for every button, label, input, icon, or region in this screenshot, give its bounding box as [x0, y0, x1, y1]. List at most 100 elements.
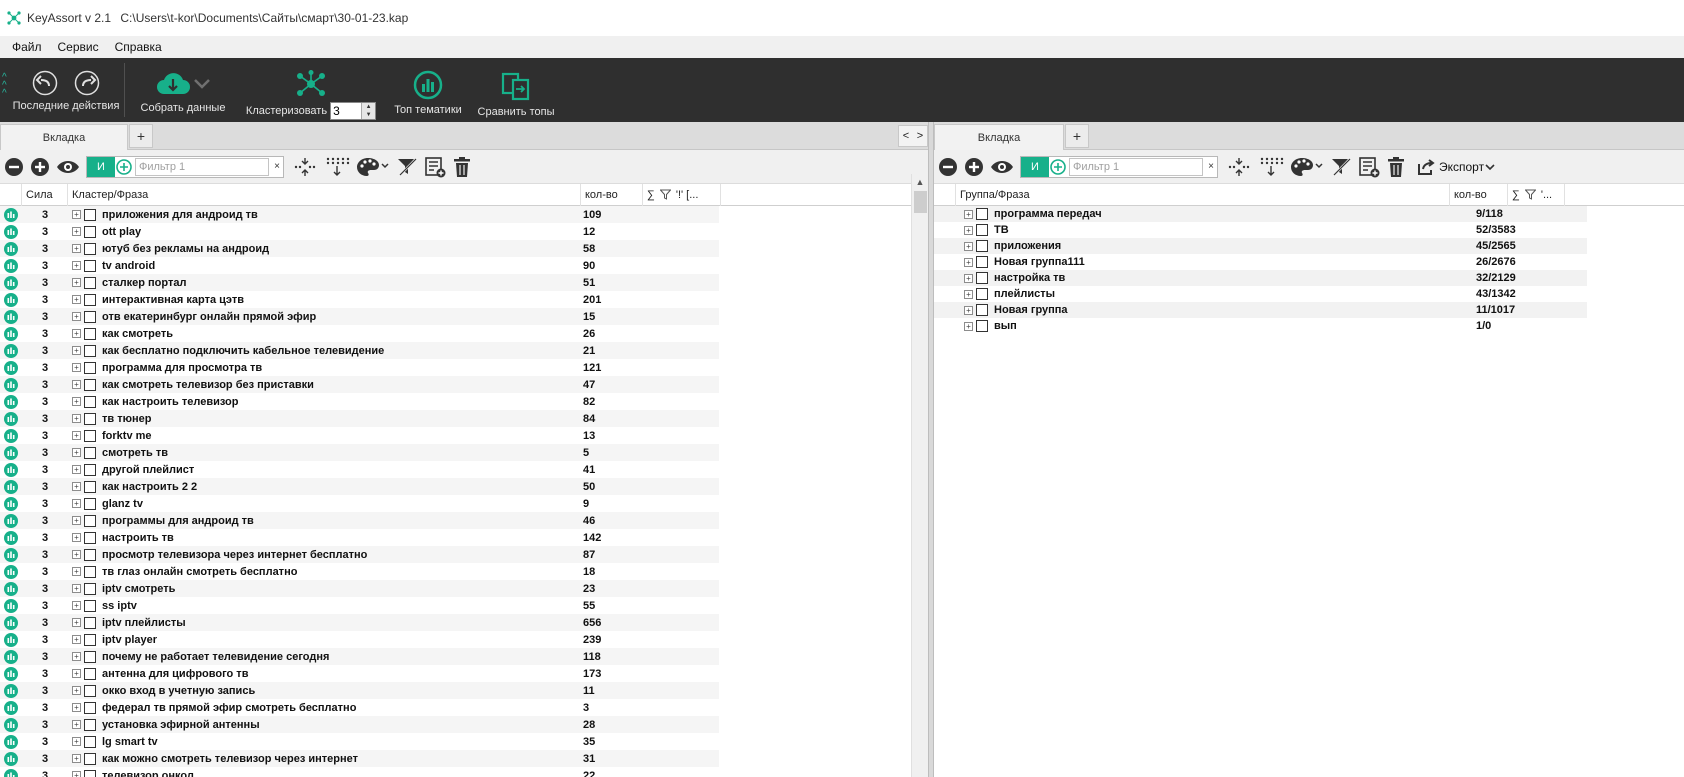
expand-icon[interactable]: + — [72, 431, 81, 440]
add-list-icon[interactable] — [1358, 156, 1380, 178]
cluster-stats-icon[interactable] — [0, 563, 22, 580]
row-checkbox[interactable] — [84, 378, 96, 391]
cluster-row[interactable]: 3 + смотреть тв 5 — [0, 444, 930, 461]
expand-icon[interactable]: + — [72, 397, 81, 406]
row-checkbox[interactable] — [84, 344, 96, 357]
cluster-stats-icon[interactable] — [0, 495, 22, 512]
cluster-row[interactable]: 3 + ютуб без рекламы на андроид 58 — [0, 240, 930, 257]
row-checkbox[interactable] — [976, 272, 988, 284]
cluster-strength-spinner[interactable]: ▲ ▼ — [330, 102, 377, 120]
left-vertical-scrollbar[interactable]: ▲ — [911, 174, 928, 777]
expand-icon[interactable]: + — [72, 499, 81, 508]
cluster-stats-icon[interactable] — [0, 631, 22, 648]
expand-icon[interactable]: + — [964, 305, 973, 315]
cluster-row[interactable]: 3 + установка эфирной антенны 28 — [0, 716, 930, 733]
cluster-row[interactable]: 3 + iptv плейлисты 656 — [0, 614, 930, 631]
redo-icon[interactable] — [74, 70, 100, 96]
row-checkbox[interactable] — [976, 288, 988, 300]
tab-next-button[interactable]: > — [917, 130, 923, 142]
group-row[interactable]: + программа передач 9/118 — [934, 206, 1684, 222]
cluster-row[interactable]: 3 + ott play 12 — [0, 223, 930, 240]
cluster-stats-icon[interactable] — [0, 614, 22, 631]
row-checkbox[interactable] — [84, 242, 96, 255]
cluster-row[interactable]: 3 + сталкер портал 51 — [0, 274, 930, 291]
row-checkbox[interactable] — [84, 446, 96, 459]
cluster-row[interactable]: 3 + федерал тв прямой эфир смотреть беспла… — [0, 699, 930, 716]
row-checkbox[interactable] — [84, 327, 96, 340]
row-checkbox[interactable] — [84, 361, 96, 374]
row-checkbox[interactable] — [84, 769, 96, 777]
expand-all-icon[interactable] — [324, 156, 350, 178]
expand-icon[interactable]: + — [72, 329, 81, 338]
expand-icon[interactable]: + — [72, 652, 81, 661]
row-checkbox[interactable] — [84, 684, 96, 697]
row-checkbox[interactable] — [84, 565, 96, 578]
row-checkbox[interactable] — [84, 633, 96, 646]
cluster-row[interactable]: 3 + glanz tv 9 — [0, 495, 930, 512]
cluster-stats-icon[interactable] — [0, 291, 22, 308]
cluster-stats-icon[interactable] — [0, 716, 22, 733]
expand-icon[interactable]: + — [72, 533, 81, 542]
collapse-all-icon[interactable] — [292, 156, 318, 178]
row-checkbox[interactable] — [976, 208, 988, 220]
cluster-stats-icon[interactable] — [0, 223, 22, 240]
expand-icon[interactable]: + — [964, 289, 973, 299]
left-filter-input[interactable] — [135, 157, 269, 176]
cluster-row[interactable]: 3 + приложения для андроид тв 109 — [0, 206, 930, 223]
row-checkbox[interactable] — [84, 667, 96, 680]
add-icon[interactable] — [964, 157, 984, 177]
cluster-stats-icon[interactable] — [0, 597, 22, 614]
remove-icon[interactable] — [4, 157, 24, 177]
expand-icon[interactable]: + — [72, 363, 81, 372]
collapse-all-icon[interactable] — [1226, 156, 1252, 178]
expand-icon[interactable]: + — [72, 244, 81, 253]
expand-icon[interactable]: + — [72, 482, 81, 491]
row-checkbox[interactable] — [84, 548, 96, 561]
add-filter-icon[interactable] — [115, 158, 133, 176]
row-checkbox[interactable] — [84, 752, 96, 765]
row-checkbox[interactable] — [976, 304, 988, 316]
expand-icon[interactable]: + — [72, 278, 81, 287]
row-checkbox[interactable] — [84, 735, 96, 748]
eye-icon[interactable] — [56, 157, 80, 177]
row-checkbox[interactable] — [84, 412, 96, 425]
group-row[interactable]: + Новая группа111 26/2676 — [934, 254, 1684, 270]
row-checkbox[interactable] — [976, 320, 988, 332]
count-column-header[interactable]: кол-во — [581, 183, 643, 206]
extra-column-header[interactable]: ∑ '!' [... — [643, 183, 721, 206]
expand-icon[interactable]: + — [72, 516, 81, 525]
add-filter-icon[interactable] — [1049, 158, 1067, 176]
cluster-row[interactable]: 3 + почему не работает телевидение сегодня… — [0, 648, 930, 665]
cluster-row[interactable]: 3 + как настроить 2 2 50 — [0, 478, 930, 495]
cluster-row[interactable]: 3 + как настроить телевизор 82 — [0, 393, 930, 410]
group-row[interactable]: + приложения 45/2565 — [934, 238, 1684, 254]
expand-icon[interactable]: + — [72, 601, 81, 610]
row-checkbox[interactable] — [84, 531, 96, 544]
expand-icon[interactable]: + — [72, 567, 81, 576]
row-checkbox[interactable] — [84, 463, 96, 476]
expand-icon[interactable]: + — [72, 669, 81, 678]
cluster-row[interactable]: 3 + как бесплатно подключить кабельное тел… — [0, 342, 930, 359]
cluster-stats-icon[interactable] — [0, 699, 22, 716]
row-checkbox[interactable] — [976, 224, 988, 236]
expand-icon[interactable]: + — [964, 273, 973, 283]
palette-icon[interactable] — [1290, 156, 1324, 178]
row-checkbox[interactable] — [84, 293, 96, 306]
row-checkbox[interactable] — [84, 497, 96, 510]
scroll-thumb[interactable] — [914, 191, 927, 213]
palette-icon[interactable] — [356, 156, 390, 178]
expand-icon[interactable]: + — [72, 380, 81, 389]
undo-icon[interactable] — [32, 70, 58, 96]
trash-icon[interactable] — [1386, 156, 1406, 178]
cluster-row[interactable]: 3 + iptv смотреть 23 — [0, 580, 930, 597]
extra-column-header[interactable]: ∑ '... — [1508, 183, 1565, 206]
cluster-icon[interactable] — [294, 70, 328, 98]
expand-icon[interactable]: + — [72, 227, 81, 236]
menu-file[interactable]: Файл — [4, 40, 50, 54]
right-add-tab-button[interactable]: + — [1065, 124, 1089, 148]
cluster-row[interactable]: 3 + forktv me 13 — [0, 427, 930, 444]
cluster-stats-icon[interactable] — [0, 257, 22, 274]
expand-all-icon[interactable] — [1258, 156, 1284, 178]
cluster-row[interactable]: 3 + программы для андроид тв 46 — [0, 512, 930, 529]
clear-filter-icon[interactable]: × — [1205, 161, 1217, 172]
